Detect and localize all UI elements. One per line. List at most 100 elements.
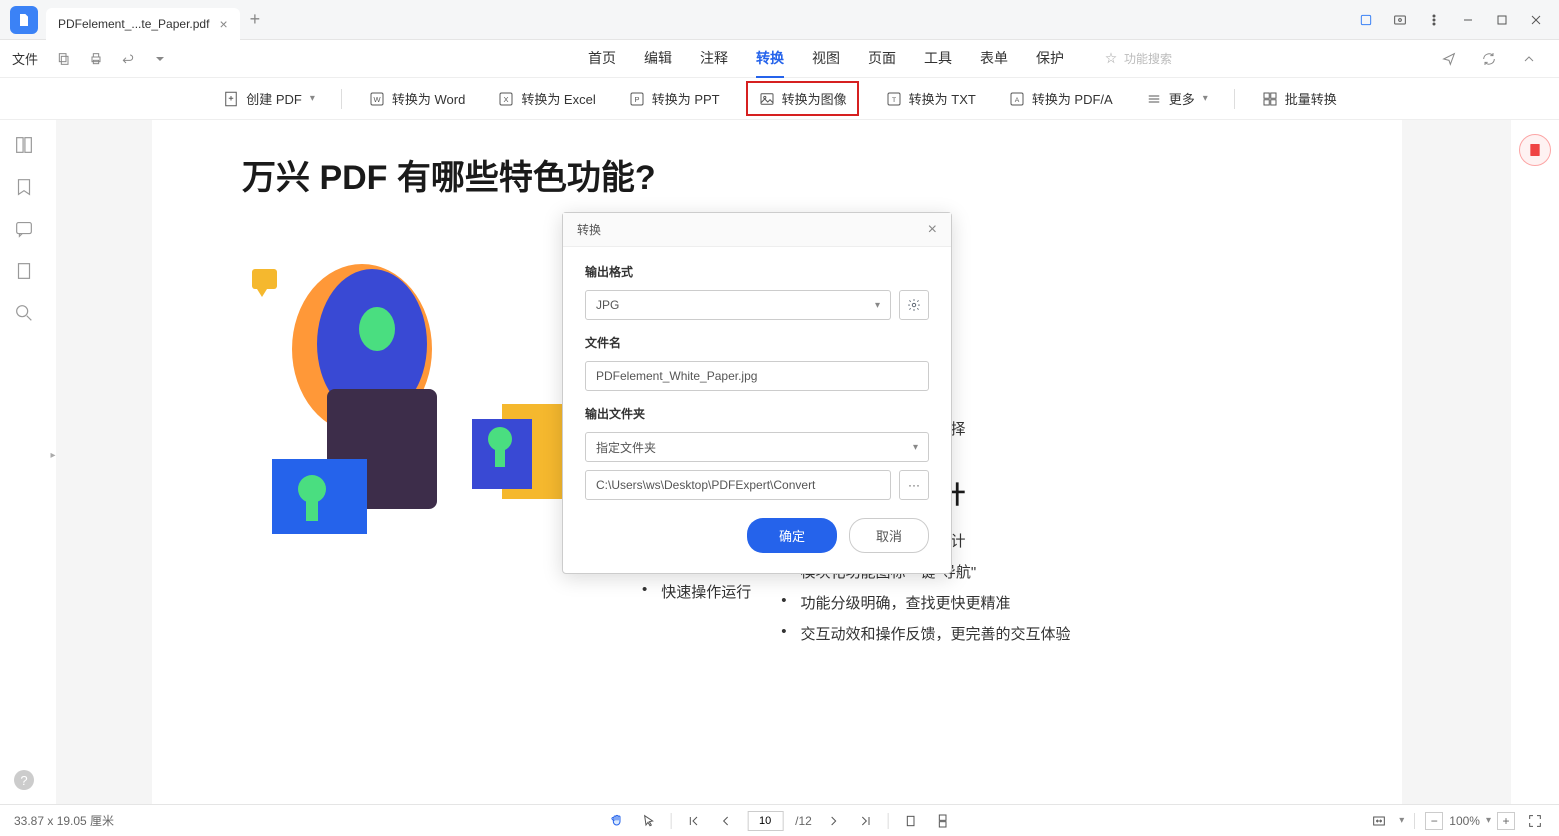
to-txt-label: 转换为 TXT (909, 89, 976, 108)
page-total: /12 (795, 814, 812, 828)
hand-tool-icon[interactable] (606, 811, 626, 831)
svg-text:A: A (1015, 97, 1020, 104)
chevron-down-icon[interactable]: ▾ (1399, 815, 1404, 826)
page-number-input[interactable] (747, 811, 783, 831)
tab-view[interactable]: 视图 (812, 40, 840, 78)
tab-comment[interactable]: 注释 (700, 40, 728, 78)
to-word-label: 转换为 Word (392, 89, 465, 108)
output-format-value: JPG (596, 298, 619, 312)
separator (1414, 813, 1415, 829)
continuous-page-icon[interactable] (933, 811, 953, 831)
left-sidebar: ? (0, 120, 48, 804)
zoom-out-button[interactable]: − (1425, 812, 1443, 830)
first-page-icon[interactable] (683, 811, 703, 831)
copy-icon[interactable] (50, 45, 78, 73)
collapse-icon[interactable] (1515, 45, 1543, 73)
send-icon[interactable] (1435, 45, 1463, 73)
to-excel-label: 转换为 Excel (521, 89, 595, 108)
batch-convert-button[interactable]: 批量转换 (1255, 85, 1343, 112)
chevron-down-icon: ▾ (310, 93, 315, 104)
undo-icon[interactable] (114, 45, 142, 73)
menubar: 文件 首页 编辑 注释 转换 视图 页面 工具 表单 保护 功能搜索 (0, 40, 1559, 78)
attachment-icon[interactable] (13, 260, 35, 282)
to-ppt-button[interactable]: P 转换为 PPT (622, 85, 726, 112)
tab-protect[interactable]: 保护 (1036, 40, 1064, 78)
next-page-icon[interactable] (824, 811, 844, 831)
help-button[interactable]: ? (14, 770, 34, 790)
separator (888, 813, 889, 829)
dialog-title: 转换 (577, 221, 601, 238)
illustration (242, 239, 582, 549)
document-tab[interactable]: PDFelement_...te_Paper.pdf × (46, 8, 240, 40)
chevron-down-icon[interactable]: ▾ (1486, 815, 1491, 826)
comment-icon[interactable] (13, 218, 35, 240)
to-image-button[interactable]: 转换为图像 (746, 81, 859, 116)
tab-convert[interactable]: 转换 (756, 40, 784, 78)
excel-icon: X (497, 90, 515, 108)
titlebar: PDFelement_...te_Paper.pdf × + (0, 0, 1559, 40)
to-word-button[interactable]: W 转换为 Word (362, 85, 471, 112)
folder-mode-select[interactable]: 指定文件夹 ▾ (585, 432, 929, 462)
more-icon (1145, 90, 1163, 108)
window-maximize-button[interactable] (1487, 5, 1517, 35)
file-menu[interactable]: 文件 (12, 49, 38, 68)
to-pdfa-button[interactable]: A 转换为 PDF/A (1002, 85, 1119, 112)
zoom-level: 100% (1449, 814, 1480, 828)
tab-form[interactable]: 表单 (980, 40, 1008, 78)
app-logo-icon[interactable] (10, 6, 38, 34)
svg-text:T: T (892, 97, 896, 104)
more-menu-icon[interactable] (1419, 5, 1449, 35)
thumbnails-icon[interactable] (13, 134, 35, 156)
dropdown-icon[interactable] (146, 45, 174, 73)
app-mini-icon[interactable] (1351, 5, 1381, 35)
menu-tabs: 首页 编辑 注释 转换 视图 页面 工具 表单 保护 (588, 40, 1064, 78)
page-title: 万兴 PDF 有哪些特色功能? (242, 150, 1312, 199)
output-format-label: 输出格式 (585, 263, 929, 280)
dialog-header[interactable]: 转换 × (563, 213, 951, 247)
convert-dialog: 转换 × 输出格式 JPG ▾ 文件名 PDFelement_White_Pap… (562, 212, 952, 574)
pdf-export-button[interactable] (1519, 134, 1551, 166)
single-page-icon[interactable] (901, 811, 921, 831)
browse-folder-button[interactable]: ··· (899, 470, 929, 500)
batch-label: 批量转换 (1285, 89, 1337, 108)
list-item: 快速操作运行 (642, 581, 751, 602)
more-button[interactable]: 更多 ▾ (1139, 85, 1214, 112)
select-tool-icon[interactable] (638, 811, 658, 831)
screenshot-icon[interactable] (1385, 5, 1415, 35)
to-excel-button[interactable]: X 转换为 Excel (491, 85, 601, 112)
to-image-label: 转换为图像 (782, 89, 847, 108)
separator (341, 89, 342, 109)
to-txt-button[interactable]: T 转换为 TXT (879, 85, 982, 112)
search-icon[interactable] (13, 302, 35, 324)
txt-icon: T (885, 90, 903, 108)
tab-close-icon[interactable]: × (219, 16, 227, 32)
tab-tool[interactable]: 工具 (924, 40, 952, 78)
print-icon[interactable] (82, 45, 110, 73)
window-minimize-button[interactable] (1453, 5, 1483, 35)
tab-page[interactable]: 页面 (868, 40, 896, 78)
sync-icon[interactable] (1475, 45, 1503, 73)
to-pdfa-label: 转换为 PDF/A (1032, 89, 1113, 108)
svg-text:X: X (504, 95, 509, 104)
dialog-close-icon[interactable]: × (928, 221, 937, 239)
bookmark-icon[interactable] (13, 176, 35, 198)
folder-path-input[interactable]: C:\Users\ws\Desktop\PDFExpert\Convert (585, 470, 891, 500)
cancel-button[interactable]: 取消 (849, 518, 929, 553)
fit-width-icon[interactable] (1369, 811, 1389, 831)
ok-button[interactable]: 确定 (747, 518, 837, 553)
zoom-in-button[interactable]: + (1497, 812, 1515, 830)
tab-edit[interactable]: 编辑 (644, 40, 672, 78)
new-tab-button[interactable]: + (250, 9, 261, 30)
window-close-button[interactable] (1521, 5, 1551, 35)
output-format-select[interactable]: JPG ▾ (585, 290, 891, 320)
word-icon: W (368, 90, 386, 108)
image-icon (758, 90, 776, 108)
create-pdf-button[interactable]: 创建 PDF ▾ (216, 85, 321, 112)
filename-input[interactable]: PDFelement_White_Paper.jpg (585, 361, 929, 391)
fullscreen-icon[interactable] (1525, 811, 1545, 831)
format-settings-button[interactable] (899, 290, 929, 320)
function-search[interactable]: 功能搜索 (1104, 50, 1172, 67)
prev-page-icon[interactable] (715, 811, 735, 831)
tab-home[interactable]: 首页 (588, 40, 616, 78)
last-page-icon[interactable] (856, 811, 876, 831)
